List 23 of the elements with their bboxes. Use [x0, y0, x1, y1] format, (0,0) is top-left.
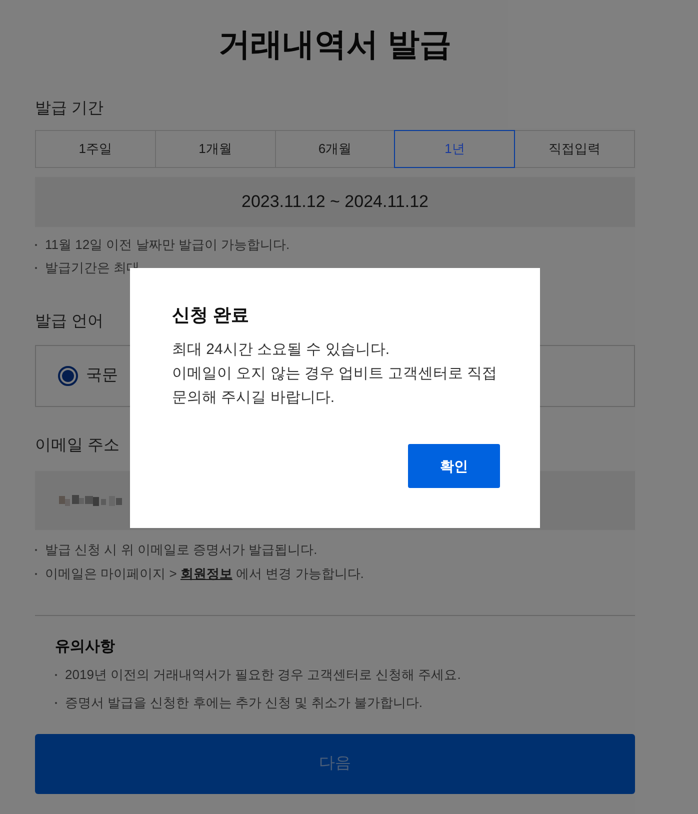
period-tab[interactable]: 1주일	[35, 130, 156, 168]
dialog-message: 이메일이 오지 않는 경우 업비트 고객센터로 직접 문의해 주시길 바랍니다.	[172, 364, 498, 408]
page-title: 거래내역서 발급	[218, 25, 452, 64]
confirm-button[interactable]: 확인	[408, 444, 500, 488]
period-tab[interactable]: 6개월	[274, 130, 396, 168]
period-tab[interactable]: 1년	[394, 130, 516, 168]
date-range: 2023.11.12 ~ 2024.11.12	[35, 177, 635, 227]
note-text: 발급 신청 시 위 이메일로 증명서가 발급됩니다.	[45, 541, 318, 559]
note-text: 11월 12일 이전 날짜만 발급이 가능합니다.	[45, 236, 290, 254]
period-tab[interactable]: 1개월	[154, 130, 276, 168]
note-text: 증명서 발급을 신청한 후에는 추가 신청 및 취소가 불가합니다.	[65, 694, 423, 712]
radio-button[interactable]	[58, 366, 78, 386]
radio-label: 국문	[86, 366, 118, 386]
member-info-link[interactable]: 회원정보	[180, 566, 232, 581]
section-label: 이메일 주소	[35, 436, 120, 456]
note-text: 2019년 이전의 거래내역서가 필요한 경우 고객센터로 신청해 주세요.	[65, 666, 461, 684]
section-label: 발급 기간	[35, 99, 104, 119]
section-label: 발급 언어	[35, 312, 104, 332]
notice-title: 유의사항	[55, 637, 115, 657]
dialog-message: 최대 24시간 소요될 수 있습니다.	[172, 340, 391, 360]
period-tab[interactable]: 직접입력	[514, 130, 635, 168]
note-text: 이메일은 마이페이지 > 회원정보 에서 변경 가능합니다.	[45, 565, 364, 583]
dialog-title: 신청 완료	[172, 304, 250, 327]
